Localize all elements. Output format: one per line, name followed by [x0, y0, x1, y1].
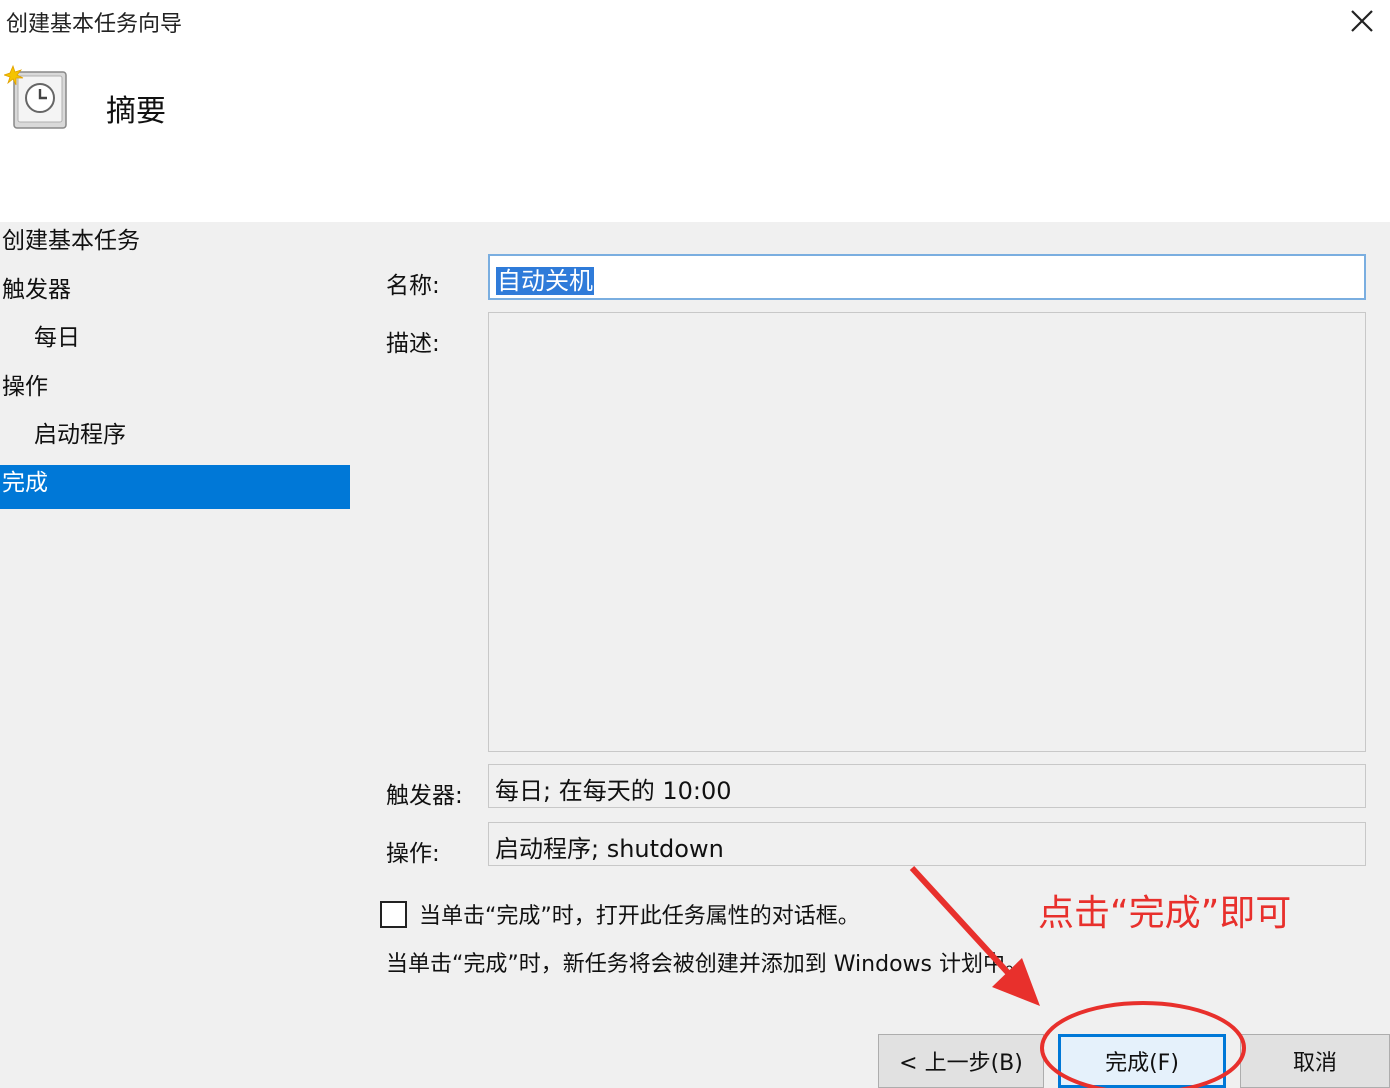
- cancel-button[interactable]: 取消: [1240, 1034, 1390, 1088]
- step-action[interactable]: 操作: [0, 368, 350, 417]
- back-button[interactable]: < 上一步(B): [878, 1034, 1044, 1088]
- wizard-steps-list: 创建基本任务 触发器 每日 操作 启动程序 完成: [0, 222, 350, 509]
- trigger-field: 每日; 在每天的 10:00: [488, 764, 1366, 808]
- step-daily[interactable]: 每日: [0, 319, 350, 368]
- step-start-program[interactable]: 启动程序: [0, 416, 350, 465]
- description-label: 描述:: [386, 331, 440, 357]
- wizard-header: 创建基本任务向导 摘要: [0, 0, 1390, 222]
- close-button[interactable]: [1342, 4, 1382, 38]
- open-properties-label: 当单击“完成”时，打开此任务属性的对话框。: [419, 904, 860, 929]
- window-title: 创建基本任务向导: [6, 12, 183, 37]
- page-heading: 摘要: [106, 94, 166, 129]
- close-icon: [1351, 10, 1373, 32]
- scheduled-task-clock-icon: [4, 64, 67, 129]
- description-field[interactable]: [488, 312, 1366, 752]
- trigger-label: 触发器:: [386, 783, 463, 809]
- finish-button[interactable]: 完成(F): [1058, 1034, 1226, 1088]
- step-create-basic-task[interactable]: 创建基本任务: [0, 222, 350, 271]
- step-trigger[interactable]: 触发器: [0, 271, 350, 320]
- finish-info-text: 当单击“完成”时，新任务将会被创建并添加到 Windows 计划中。: [386, 952, 1027, 977]
- name-label: 名称:: [386, 273, 440, 299]
- open-properties-option[interactable]: 当单击“完成”时，打开此任务属性的对话框。: [380, 898, 860, 930]
- action-label: 操作:: [386, 841, 440, 867]
- annotation-text: 点击“完成”即可: [1038, 893, 1292, 934]
- open-properties-checkbox[interactable]: [380, 900, 407, 928]
- action-field: 启动程序; shutdown: [488, 822, 1366, 866]
- name-field[interactable]: 自动关机: [488, 254, 1366, 300]
- step-finish[interactable]: 完成: [0, 464, 350, 509]
- annotation-arrow-icon: [909, 865, 1040, 1006]
- name-field-value: 自动关机: [496, 267, 594, 295]
